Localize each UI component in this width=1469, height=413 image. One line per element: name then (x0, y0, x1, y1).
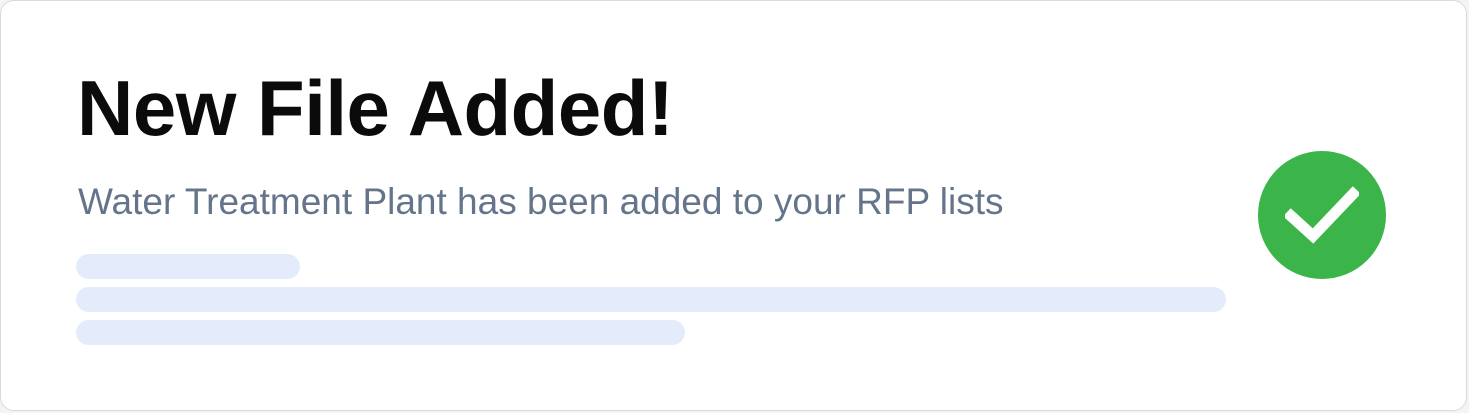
check-circle-icon (1258, 151, 1386, 279)
notification-card: New File Added! Water Treatment Plant ha… (0, 0, 1467, 411)
notification-message: Water Treatment Plant has been added to … (78, 181, 1004, 222)
skeleton-line-medium (76, 320, 685, 345)
checkmark-icon (1285, 186, 1359, 244)
skeleton-line-short (76, 254, 300, 279)
notification-title: New File Added! (77, 64, 674, 152)
skeleton-line-long (76, 287, 1226, 312)
